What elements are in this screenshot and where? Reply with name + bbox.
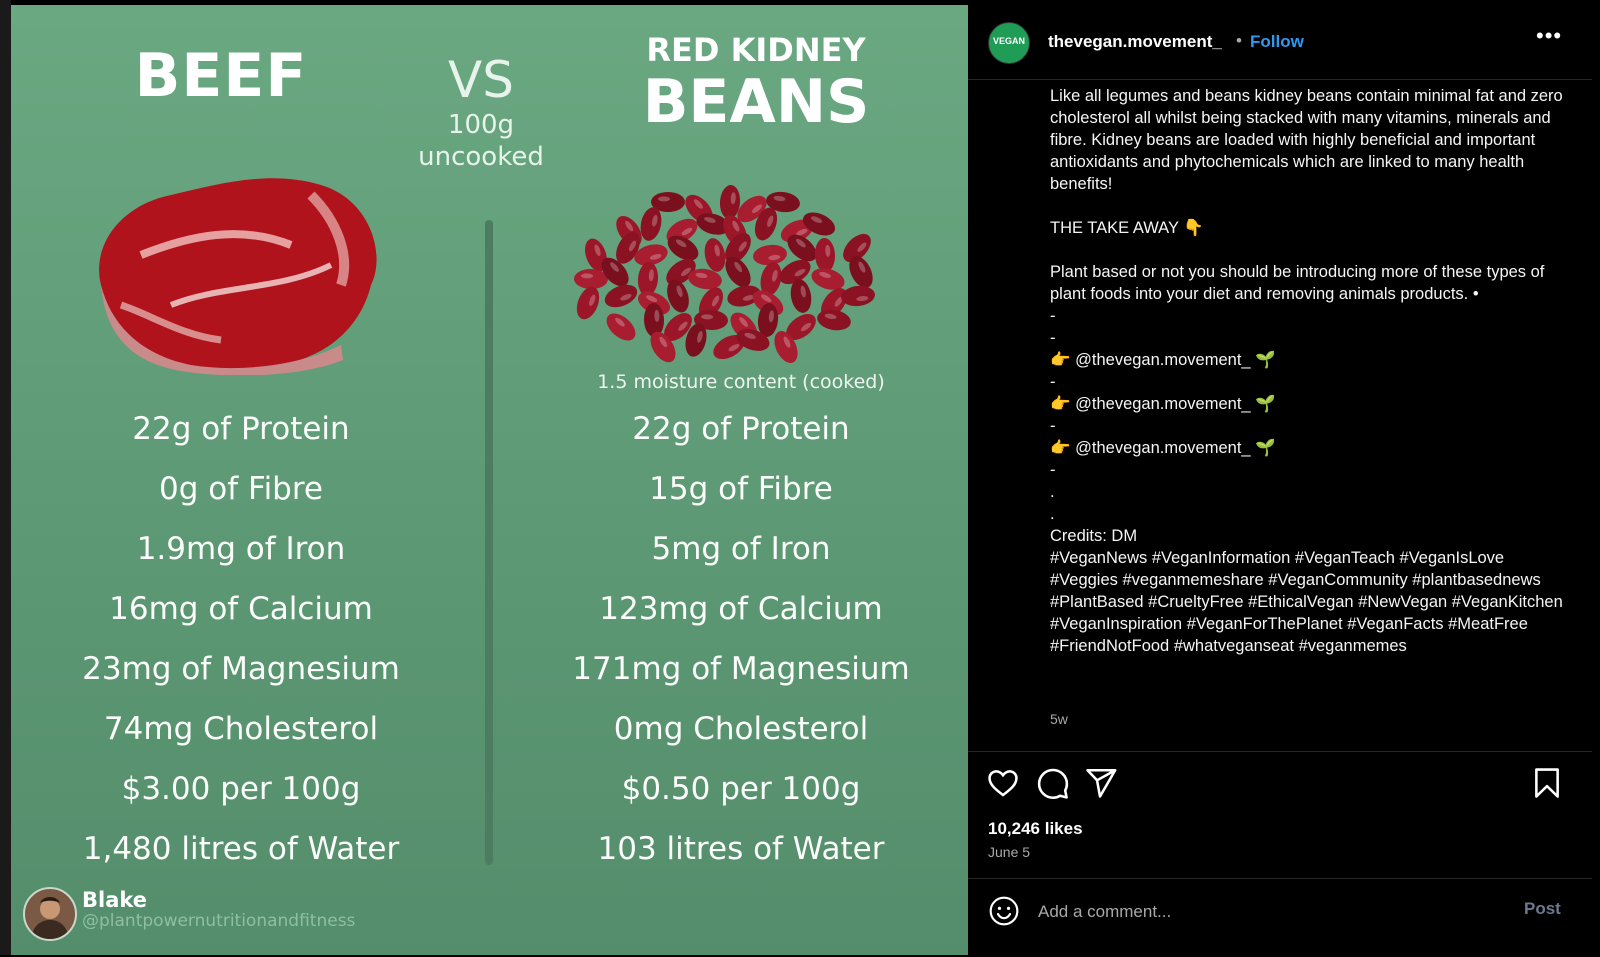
beans-stat-cholesterol: 0mg Cholesterol <box>613 711 869 747</box>
kidney-bean-highlight <box>658 196 670 202</box>
caption-dash: - <box>1050 417 1056 435</box>
vs-label: VS <box>448 51 514 109</box>
beans-stat-water: 103 litres of Water <box>597 831 885 867</box>
beef-stat-cholesterol: 74mg Cholesterol <box>103 711 379 747</box>
post-comment-button[interactable]: Post <box>1524 899 1561 919</box>
caption-takeaway: THE TAKE AWAY 👇 <box>1050 219 1204 237</box>
beef-stat-iron: 1.9mg of Iron <box>136 531 346 567</box>
emoji-icon[interactable] <box>988 895 1020 927</box>
beef-stat-magnesium: 23mg of Magnesium <box>82 651 400 687</box>
caption-dash: - <box>1050 461 1056 479</box>
sprout-icon: 🌱 <box>1255 439 1276 457</box>
account-avatar-text: VEGAN <box>992 36 1025 46</box>
beef-stat-fibre: 0g of Fibre <box>159 471 323 507</box>
bookmark-icon[interactable] <box>1530 766 1564 800</box>
pointing-down-icon: 👇 <box>1183 219 1204 237</box>
caption-mention-line: 👉 @thevegan.movement_ 🌱 <box>1050 393 1570 415</box>
caption-dash: - <box>1050 373 1056 391</box>
beans-title-line-2: BEANS <box>642 67 870 137</box>
author-name: Blake <box>82 888 148 912</box>
vs-subtitle-line-1: 100g <box>447 110 515 140</box>
caption-dash: - <box>1050 329 1056 347</box>
separator-dot: • <box>1236 31 1242 50</box>
beef-stats: 22g of Protein 0g of Fibre 1.9mg of Iron… <box>21 409 461 889</box>
likes-count[interactable]: 10,246 likes <box>988 819 1083 839</box>
beef-steak-image <box>99 178 377 375</box>
post-caption: Like all legumes and beans kidney beans … <box>1050 85 1570 657</box>
caption-credits: Credits: DM <box>1050 527 1138 545</box>
comment-icon[interactable] <box>1036 766 1070 800</box>
caption-hashtags[interactable]: #VeganNews #VeganInformation #VeganTeach… <box>1050 547 1570 657</box>
post-actions: 10,246 likes June 5 Post <box>968 751 1592 952</box>
caption-mention-line: 👉 @thevegan.movement_ 🌱 <box>1050 437 1570 459</box>
caption-body: Plant based or not you should be introdu… <box>1050 263 1549 303</box>
share-icon[interactable] <box>1084 766 1118 800</box>
caption-dot: . <box>1050 483 1055 501</box>
beans-stat-price: $0.50 per 100g <box>621 771 861 807</box>
kidney-bean <box>576 286 600 320</box>
post-details-panel: VEGAN thevegan.movement_ • Follow ••• Li… <box>968 5 1592 955</box>
vs-subtitle: 100g uncooked <box>401 109 561 173</box>
more-options-icon[interactable]: ••• <box>1536 23 1562 49</box>
kidney-bean <box>841 285 875 307</box>
kidney-bean <box>704 238 726 272</box>
caption-dash: - <box>1050 307 1056 325</box>
account-avatar[interactable]: VEGAN <box>988 22 1030 64</box>
moisture-note: 1.5 moisture content (cooked) <box>597 371 885 393</box>
comment-bar: Post <box>968 878 1592 957</box>
beef-stat-water: 1,480 litres of Water <box>82 831 400 867</box>
center-divider <box>485 220 493 865</box>
sprout-icon: 🌱 <box>1255 351 1276 369</box>
mention-link[interactable]: @thevegan.movement_ <box>1075 351 1250 369</box>
beef-stat-price: $3.00 per 100g <box>121 771 361 807</box>
mention-link[interactable]: @thevegan.movement_ <box>1075 439 1250 457</box>
beans-title-line-1: RED KIDNEY <box>646 31 866 69</box>
beans-stats: 22g of Protein 15g of Fibre 5mg of Iron … <box>521 409 961 889</box>
post-header: VEGAN thevegan.movement_ • Follow ••• <box>968 5 1592 80</box>
beans-stat-magnesium: 171mg of Magnesium <box>572 651 910 687</box>
kidney-beans-image <box>574 185 875 363</box>
vs-subtitle-line-2: uncooked <box>418 142 544 172</box>
beans-stat-fibre: 15g of Fibre <box>649 471 833 507</box>
mention-link[interactable]: @thevegan.movement_ <box>1075 395 1250 413</box>
author-handle: @plantpowernutritionandfitness <box>82 911 356 931</box>
sprout-icon: 🌱 <box>1255 395 1276 413</box>
kidney-bean <box>814 238 836 272</box>
caption-mention-line: 👉 @thevegan.movement_ 🌱 <box>1050 349 1570 371</box>
comment-input[interactable] <box>1036 897 1490 927</box>
beans-stat-protein: 22g of Protein <box>632 411 850 447</box>
pointing-right-icon: 👉 <box>1050 351 1071 369</box>
beef-title: BEEF <box>134 41 308 111</box>
pointing-right-icon: 👉 <box>1050 439 1071 457</box>
beans-stat-iron: 5mg of Iron <box>651 531 831 567</box>
beans-stat-calcium: 123mg of Calcium <box>599 591 883 627</box>
caption-dot: . <box>1050 505 1055 523</box>
author-avatar <box>23 887 77 941</box>
caption-intro: Like all legumes and beans kidney beans … <box>1050 87 1568 193</box>
caption-timestamp: 5w <box>1050 711 1068 727</box>
background-page-strip <box>0 0 11 955</box>
pointing-right-icon: 👉 <box>1050 395 1071 413</box>
account-name-link[interactable]: thevegan.movement_ <box>1048 32 1222 52</box>
beef-stat-calcium: 16mg of Calcium <box>109 591 373 627</box>
follow-button[interactable]: Follow <box>1250 32 1304 52</box>
post-image: BEEF VS 100g uncooked RED KIDNEY BEANS 1… <box>11 5 968 955</box>
heart-icon[interactable] <box>986 766 1020 800</box>
post-date: June 5 <box>988 844 1031 860</box>
beef-stat-protein: 22g of Protein <box>132 411 350 447</box>
kidney-bean <box>606 313 636 341</box>
